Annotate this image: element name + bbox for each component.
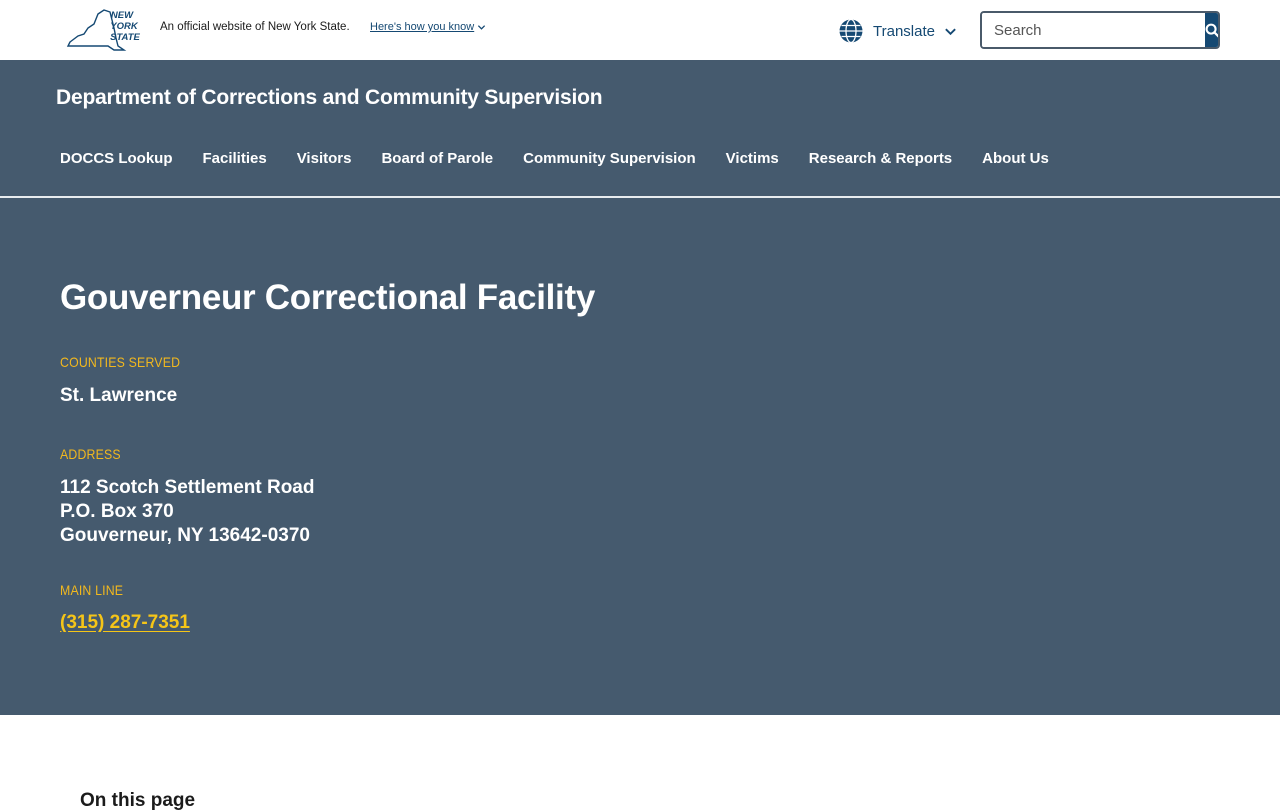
main-nav: DOCCS Lookup Facilities Visitors Board o… [60,150,1079,167]
nav-item-victims[interactable]: Victims [726,150,779,167]
universal-header: NEW YORK STATE An official website of Ne… [0,0,1280,60]
official-website-text: An official website of New York State. [160,21,350,33]
nav-item-facilities[interactable]: Facilities [203,150,267,167]
heres-how-you-know-link[interactable]: Here's how you know [370,21,486,33]
nav-item-about-us[interactable]: About Us [982,150,1049,167]
nav-item-board-of-parole[interactable]: Board of Parole [381,150,493,167]
main-line-phone-link[interactable]: (315) 287-7351 [60,612,190,634]
counties-served-value: St. Lawrence [60,385,178,406]
address-line-3: Gouverneur, NY 13642-0370 [60,525,310,546]
agency-header: Department of Corrections and Community … [0,60,1280,196]
counties-served-label: COUNTIES SERVED [60,354,181,370]
on-this-page-heading: On this page [80,790,196,811]
chevron-down-icon [945,28,956,35]
search-input[interactable] [982,13,1205,47]
globe-icon [839,18,863,44]
chevron-down-icon [478,24,486,30]
logo-text-new: NEW [111,10,134,21]
translate-button[interactable]: Translate [838,16,957,46]
page-title: Gouverneur Correctional Facility [60,278,595,317]
heres-how-you-know-label: Here's how you know [370,21,475,33]
nav-item-community-supervision[interactable]: Community Supervision [523,150,696,167]
address-label: ADDRESS [60,446,121,462]
facility-hero: Gouverneur Correctional Facility COUNTIE… [0,198,1280,715]
search-icon [1205,23,1218,38]
logo-text-york: YORK [110,21,139,32]
nav-item-research-reports[interactable]: Research & Reports [809,150,952,167]
search-button[interactable] [1205,13,1218,47]
logo-text-state: STATE [110,32,140,43]
address-line-2: P.O. Box 370 [60,501,174,522]
nav-item-visitors[interactable]: Visitors [297,150,352,167]
main-line-label: MAIN LINE [60,582,124,598]
translate-label: Translate [873,22,935,40]
address-line-1: 112 Scotch Settlement Road [60,477,315,498]
nav-item-doccs-lookup[interactable]: DOCCS Lookup [60,150,173,167]
search-form [980,11,1220,49]
agency-title[interactable]: Department of Corrections and Community … [56,86,603,110]
ny-state-logo[interactable]: NEW YORK STATE [64,6,144,54]
